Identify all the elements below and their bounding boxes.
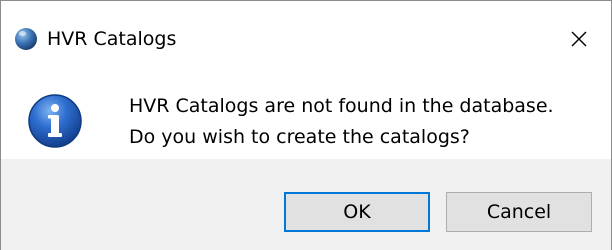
title-bar[interactable]: HVR Catalogs: [1, 1, 611, 79]
message-line-2: Do you wish to create the catalogs?: [129, 126, 470, 148]
ok-button[interactable]: OK: [284, 192, 430, 232]
button-bar: OK Cancel: [1, 159, 611, 250]
dialog-message: HVR Catalogs are not found in the databa…: [129, 91, 554, 153]
hvr-app-icon: [15, 28, 37, 50]
close-button[interactable]: [563, 23, 595, 55]
window-title: HVR Catalogs: [47, 28, 177, 50]
dialog-window: HVR Catalogs HVR Catalogs are not found …: [0, 0, 612, 250]
information-icon: [28, 94, 82, 148]
cancel-button[interactable]: Cancel: [446, 192, 592, 232]
message-line-1: HVR Catalogs are not found in the databa…: [129, 95, 554, 117]
dialog-content: HVR Catalogs are not found in the databa…: [1, 79, 611, 159]
close-icon: [571, 31, 587, 47]
